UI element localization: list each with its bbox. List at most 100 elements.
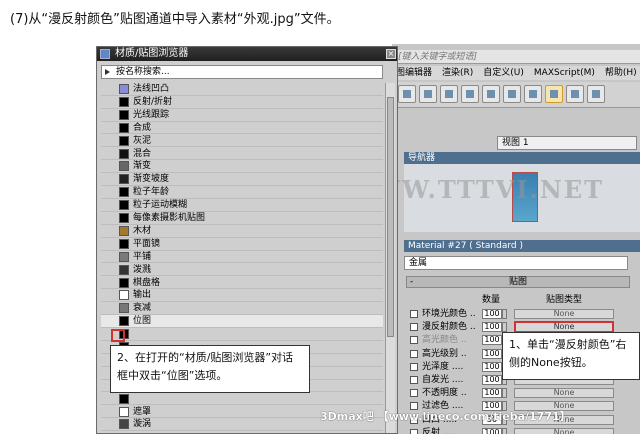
bitmap-highlight-box [111, 329, 125, 342]
map-list-item[interactable]: 灰泥 [101, 135, 383, 148]
amount-spinner[interactable] [502, 322, 507, 333]
map-amount-field[interactable]: 100 [482, 427, 502, 434]
map-enable-checkbox[interactable] [410, 323, 418, 332]
map-list-item[interactable]: 光线跟踪 [101, 109, 383, 122]
map-item-label: 光线跟踪 [133, 109, 170, 120]
map-channel-label: 漫反射颜色 .. [422, 322, 476, 333]
map-amount-field[interactable]: 100 [482, 375, 502, 385]
map-list-item[interactable]: 棋盘格 [101, 277, 383, 290]
map-list-item[interactable]: 反射/折射 [101, 96, 383, 109]
viewport-dropdown[interactable]: 视图 1 [497, 136, 637, 150]
map-swatch-icon [119, 109, 129, 120]
map-channel-label: 不透明度 .. [422, 388, 467, 399]
map-list-item[interactable]: 渐变 [101, 160, 383, 174]
map-swatch-icon [119, 225, 129, 236]
map-enable-checkbox[interactable] [410, 310, 418, 318]
app-icon [100, 49, 110, 59]
dialog-titlebar[interactable]: 材质/贴图浏览器 × [97, 47, 397, 61]
map-item-label: 木材 [133, 225, 152, 236]
map-amount-field[interactable]: 100 [482, 388, 502, 399]
max-menu-item[interactable]: 帮助(H) [605, 66, 637, 80]
toolbar-icon[interactable] [587, 85, 605, 103]
map-list-item[interactable]: 平面镜 [101, 238, 383, 251]
map-amount-field[interactable]: 100 [482, 348, 502, 359]
callout-step-1: 1、单击“漫反射颜色”右侧的None按钮。 [502, 332, 640, 380]
map-item-label: 衰减 [133, 303, 152, 314]
map-slot-button[interactable]: None [514, 427, 614, 434]
map-list-item[interactable]: 每像素摄影机贴图 [101, 212, 383, 225]
map-swatch-icon [119, 316, 129, 327]
map-item-label: 平铺 [133, 251, 152, 262]
material-panel-header: Material #27 ( Standard ) [404, 240, 640, 252]
search-by-name-input[interactable]: 按名称搜索... [101, 65, 383, 79]
max-search-bar[interactable]: [键入关键字或短语] [392, 50, 640, 64]
max-menu-item[interactable]: 自定义(U) [483, 66, 524, 80]
map-channel-label: 环境光颜色 .. [422, 309, 476, 319]
map-list-item[interactable]: 合成 [101, 122, 383, 135]
map-list-item[interactable]: 粒子运动模糊 [101, 199, 383, 212]
forum-watermark: 3Dmax吧 【www.lineco.com/tieba/1771】 [320, 410, 571, 423]
map-slot-button[interactable]: None [514, 309, 614, 319]
map-enable-checkbox[interactable] [410, 428, 418, 434]
max-menu-item[interactable]: 图编辑器 [396, 66, 432, 80]
map-item-label: 位图 [133, 316, 152, 327]
map-list-scrollbar[interactable] [385, 83, 395, 433]
close-icon[interactable]: × [386, 49, 396, 59]
toolbar-icon[interactable] [524, 85, 542, 103]
map-amount-field[interactable]: 100 [482, 361, 502, 372]
map-list-item[interactable]: 衰减 [101, 302, 383, 316]
max-menu-item[interactable]: 渲染(R) [442, 66, 473, 80]
map-list-item[interactable]: 木材 [101, 225, 383, 238]
amount-spinner[interactable] [502, 388, 507, 399]
map-list-item[interactable] [101, 328, 383, 341]
toolbar-icon[interactable] [398, 85, 416, 103]
map-list-item[interactable]: 粒子年龄 [101, 186, 383, 199]
map-swatch-icon [119, 96, 129, 107]
map-amount-field[interactable]: 100 [482, 322, 502, 333]
scrollbar-thumb[interactable] [387, 97, 394, 337]
collapse-icon: - [410, 277, 414, 287]
map-item-label: 输出 [133, 290, 152, 301]
map-item-label: 每像素摄影机贴图 [133, 213, 206, 223]
map-item-label: 灰泥 [133, 135, 152, 146]
toolbar-icon[interactable] [482, 85, 500, 103]
navigator-header: 导航器 [404, 152, 640, 164]
map-enable-checkbox[interactable] [410, 362, 418, 371]
map-enable-checkbox[interactable] [410, 376, 418, 384]
material-name-field[interactable]: 金属 [404, 256, 628, 270]
map-slot-button[interactable]: None [514, 388, 614, 399]
map-enable-checkbox[interactable] [410, 349, 418, 358]
map-enable-checkbox[interactable] [410, 389, 418, 398]
map-amount-field[interactable]: 100 [482, 309, 502, 319]
map-amount-field[interactable]: 100 [482, 335, 502, 346]
map-list-item[interactable]: 混合 [101, 148, 383, 161]
map-channel-label: 反射 ..... [422, 427, 458, 434]
toolbar-icon[interactable] [566, 85, 584, 103]
map-swatch-icon [119, 148, 129, 159]
amount-column-header: 数量 [482, 295, 501, 305]
toolbar-icon[interactable] [419, 85, 437, 103]
maps-rollout-header[interactable]: - 贴图 [406, 276, 630, 288]
map-list-item[interactable] [101, 393, 383, 406]
toolbar-icon[interactable] [461, 85, 479, 103]
map-channel-label: 高光级别 .. [422, 348, 467, 359]
amount-spinner[interactable] [502, 427, 507, 434]
expand-arrow-icon[interactable] [105, 69, 110, 75]
map-list-item[interactable]: 法线凹凸 [101, 83, 383, 96]
search-label: 按名称搜索... [116, 67, 170, 77]
map-list-item[interactable]: 输出 [101, 289, 383, 303]
map-list-item[interactable]: 渐变坡度 [101, 173, 383, 187]
map-channel-row: 不透明度 .. 100 None [406, 387, 632, 399]
amount-spinner[interactable] [502, 309, 507, 319]
map-enable-checkbox[interactable] [410, 336, 418, 345]
toolbar-icon[interactable] [440, 85, 458, 103]
material-editor-icon[interactable] [545, 85, 563, 103]
map-swatch-icon [119, 393, 129, 404]
max-menu-item[interactable]: MAXScript(M) [534, 66, 595, 80]
map-list-item[interactable]: 平铺 [101, 251, 383, 264]
map-list-item[interactable]: 泼溅 [101, 264, 383, 277]
toolbar-icon[interactable] [503, 85, 521, 103]
map-item-label: 粒子年龄 [133, 187, 170, 198]
map-item-bitmap[interactable]: 位图 [101, 315, 383, 328]
map-swatch-icon [119, 122, 129, 133]
